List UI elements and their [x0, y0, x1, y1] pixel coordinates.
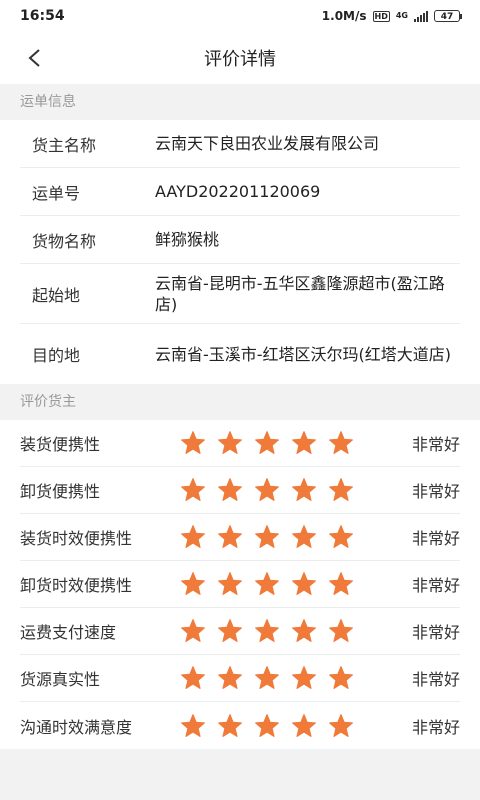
star-icon	[181, 572, 205, 595]
star-icon	[329, 525, 353, 548]
star-icon	[292, 478, 316, 501]
star-rating	[180, 571, 354, 597]
star-rating	[180, 477, 354, 503]
rating-row: 装货时效便携性 非常好	[20, 514, 460, 561]
star-icon	[292, 666, 316, 689]
star-icon	[181, 619, 205, 642]
rating-label: 沟通时效满意度	[20, 717, 133, 737]
info-value: 云南省-玉溪市-红塔区沃尔玛(红塔大道店)	[155, 344, 452, 364]
info-row-shipper: 货主名称 云南天下良田农业发展有限公司	[20, 120, 460, 168]
star-icon	[218, 478, 242, 501]
info-row-destination: 目的地 云南省-玉溪市-红塔区沃尔玛(红塔大道店)	[20, 324, 460, 384]
rating-label: 卸货时效便携性	[20, 576, 133, 595]
rating-row: 运费支付速度 非常好	[20, 608, 460, 655]
star-icon	[329, 478, 353, 501]
star-icon	[218, 666, 242, 689]
rating-text: 非常好	[411, 576, 460, 595]
rating-row: 装货便携性 非常好	[20, 420, 460, 467]
star-icon	[181, 713, 205, 737]
star-icon	[181, 666, 205, 689]
rating-label: 卸货便携性	[20, 482, 101, 501]
star-icon	[218, 713, 242, 737]
nav-bar: 评价详情	[0, 32, 480, 84]
rating-text: 非常好	[411, 623, 460, 642]
info-label: 运单号	[32, 183, 81, 203]
star-icon	[255, 713, 279, 737]
battery-icon: 47	[434, 10, 462, 22]
signal-icon	[414, 10, 428, 22]
info-row-goods: 货物名称 鲜猕猴桃	[20, 216, 460, 264]
rating-label: 装货时效便携性	[20, 529, 133, 548]
network-type: 4G	[395, 11, 408, 20]
rating-label: 装货便携性	[20, 435, 101, 454]
star-icon	[329, 713, 353, 737]
info-label: 目的地	[32, 346, 81, 365]
star-icon	[218, 525, 242, 548]
star-icon	[329, 572, 353, 595]
rating-row: 卸货便携性 非常好	[20, 467, 460, 514]
rating-section-header: 评价货主	[0, 384, 480, 420]
star-icon	[255, 525, 279, 548]
star-icon	[218, 572, 242, 595]
star-icon	[218, 619, 242, 642]
star-icon	[218, 431, 242, 454]
rating-row: 沟通时效满意度 非常好	[20, 702, 460, 749]
info-value: 鲜猕猴桃	[155, 230, 220, 249]
star-icon	[292, 572, 316, 595]
info-value: 云南天下良田农业发展有限公司	[155, 134, 380, 153]
star-icon	[255, 619, 279, 642]
star-icon	[329, 666, 353, 689]
star-rating	[180, 618, 354, 644]
rating-text: 非常好	[411, 482, 460, 501]
star-icon	[181, 525, 205, 548]
star-rating	[180, 430, 354, 456]
star-icon	[181, 431, 205, 454]
waybill-section-header: 运单信息	[0, 84, 480, 120]
star-icon	[292, 713, 316, 737]
rating-label: 运费支付速度	[20, 623, 117, 642]
hd-icon: HD	[372, 10, 390, 22]
rating-row: 卸货时效便携性 非常好	[20, 561, 460, 608]
page-title: 评价详情	[204, 49, 276, 70]
status-icons: 1.0M/s HD 4G 47	[321, 9, 462, 23]
star-rating	[180, 713, 354, 739]
status-bar: 16:54 1.0M/s HD 4G 47	[0, 0, 480, 32]
star-icon	[181, 478, 205, 501]
star-icon	[255, 572, 279, 595]
rating-list: 装货便携性 非常好 卸货便携性 非常好 装货时效便携性 非常好 卸货时效便携性 非常好 运费支付…	[0, 420, 480, 749]
star-icon	[292, 525, 316, 548]
rating-text: 非常好	[411, 670, 460, 689]
rating-text: 非常好	[411, 529, 460, 548]
star-icon	[255, 666, 279, 689]
star-icon	[329, 619, 353, 642]
star-icon	[292, 431, 316, 454]
star-icon	[255, 478, 279, 501]
rating-text: 非常好	[411, 717, 460, 737]
status-time: 16:54	[20, 8, 65, 24]
info-value: 云南省-昆明市-五华区鑫隆源超市(盈江路店)	[155, 273, 445, 314]
chevron-left-icon	[28, 49, 40, 67]
waybill-info-list: 货主名称 云南天下良田农业发展有限公司 运单号 AAYD202201120069…	[0, 120, 480, 384]
info-value: AAYD202201120069	[155, 182, 321, 201]
star-rating	[180, 665, 354, 691]
back-button[interactable]	[22, 46, 46, 70]
rating-text: 非常好	[411, 435, 460, 454]
info-row-origin: 起始地 云南省-昆明市-五华区鑫隆源超市(盈江路店)	[20, 264, 460, 324]
info-label: 起始地	[32, 285, 81, 305]
star-icon	[292, 619, 316, 642]
star-icon	[329, 431, 353, 454]
info-label: 货物名称	[32, 231, 97, 251]
star-icon	[255, 431, 279, 454]
rating-row: 货源真实性 非常好	[20, 655, 460, 702]
rating-label: 货源真实性	[20, 670, 101, 689]
network-speed: 1.0M/s	[321, 9, 367, 23]
info-label: 货主名称	[32, 135, 97, 155]
info-row-waybill-no: 运单号 AAYD202201120069	[20, 168, 460, 216]
star-rating	[180, 524, 354, 550]
